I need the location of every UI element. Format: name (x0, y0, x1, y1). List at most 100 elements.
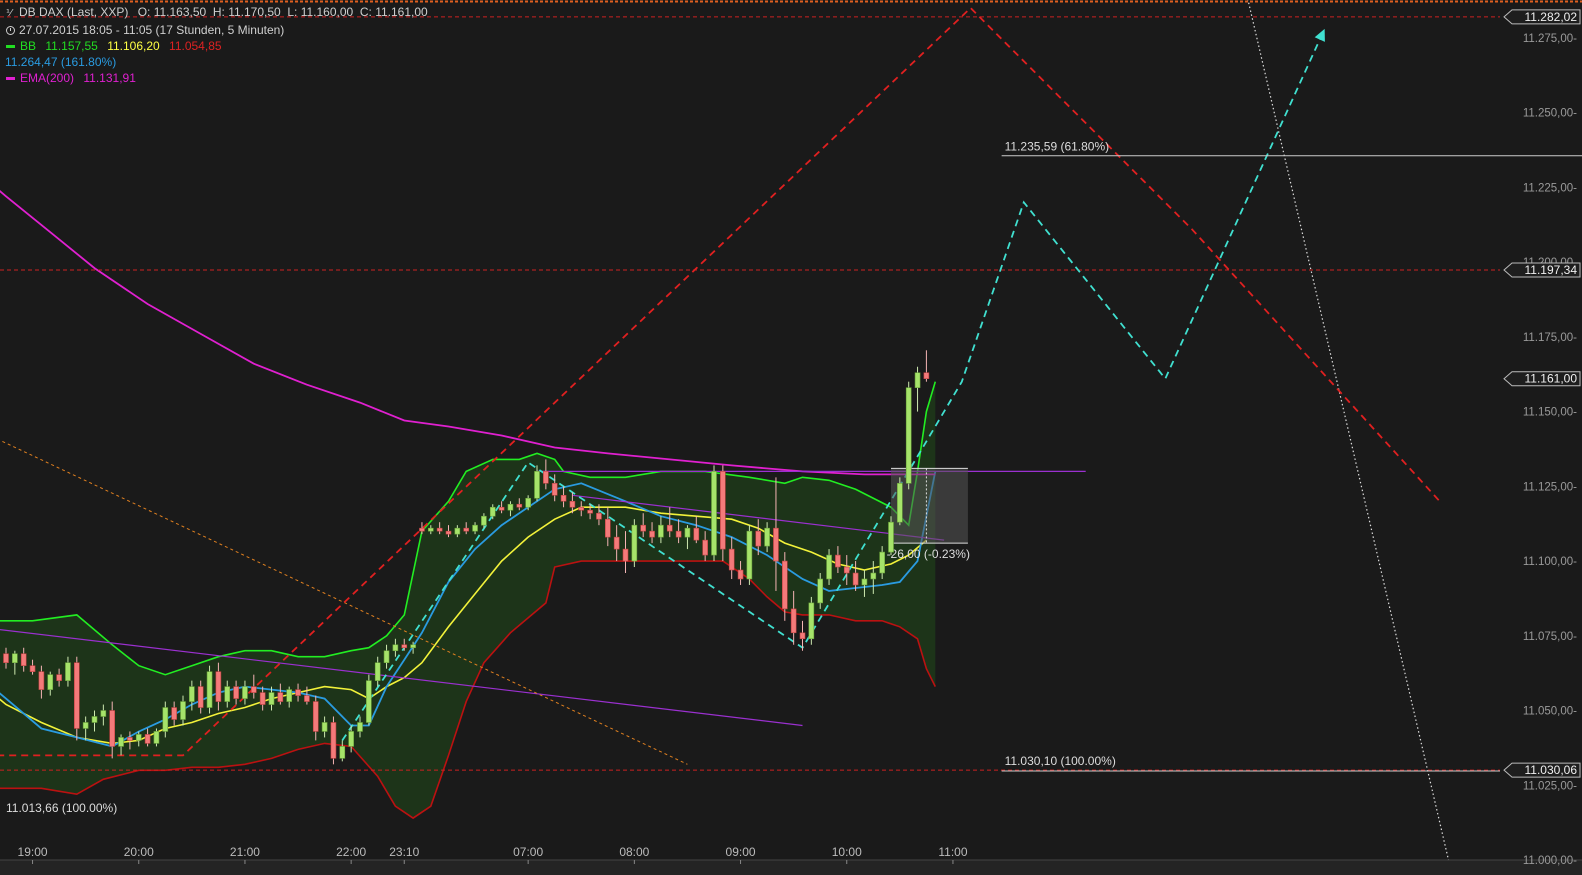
candle-body (144, 734, 151, 744)
candle-body (746, 530, 753, 580)
candle-body (737, 569, 744, 580)
candle-body (321, 722, 328, 732)
candle-body (843, 566, 850, 574)
candle-body (206, 671, 213, 708)
x-tick-label: 08:00 (619, 845, 649, 859)
price-tag-label: 11.161,00 (1525, 372, 1578, 386)
candle-body (454, 527, 461, 535)
candle-body (436, 527, 443, 532)
candle-body (516, 503, 523, 508)
chart-type-icon[interactable]: ⅟ (6, 6, 16, 22)
x-tick-label: 23:10 (389, 845, 419, 859)
candle-body (560, 494, 567, 502)
candle-body (728, 548, 735, 571)
ema-label: EMA(200) (20, 71, 75, 85)
candle-body (383, 650, 390, 663)
candle-body (808, 602, 815, 640)
candle-body (781, 560, 788, 610)
candle-body (897, 483, 903, 523)
candle-body (29, 665, 36, 672)
candle-body (295, 689, 301, 696)
x-tick-label: 10:00 (832, 845, 862, 859)
candle-body (905, 387, 912, 484)
bb-middle-value: 11.106,20 (107, 39, 160, 53)
candle-body (525, 497, 531, 508)
candle-body (3, 653, 9, 663)
candle-body (242, 686, 248, 699)
candle-body (91, 716, 98, 723)
ema-value: 11.131,91 (83, 71, 136, 85)
candle-body (640, 524, 647, 532)
fib-label: 11.030,10 (100.00%) (1005, 754, 1116, 768)
candle-body (189, 686, 195, 702)
candle-body (870, 572, 877, 580)
candle-body (764, 527, 770, 547)
legend-ema[interactable]: EMA(200) 11.131,91 (6, 70, 428, 86)
price-tag-label: 11.282,02 (1525, 10, 1578, 24)
candle-body (401, 644, 408, 649)
candle-body (427, 527, 434, 532)
x-tick-label: 21:00 (230, 845, 260, 859)
fib-label: 11.235,59 (61.80%) (1005, 140, 1110, 154)
candle-body (38, 671, 45, 690)
candle-body (649, 530, 655, 538)
candle-body (914, 372, 921, 388)
candle-body (366, 680, 372, 723)
ohlc-values: O: 11.163,50 H: 11.170,50 L: 11.160,00 C… (137, 5, 428, 19)
white-dotted-line (1247, 0, 1450, 861)
candle-body (118, 737, 124, 747)
y-tick-label: 11.125,00- (1523, 481, 1577, 493)
candle-body (578, 506, 585, 511)
candle-body (348, 731, 354, 747)
candle-body (879, 551, 885, 574)
candle-body (56, 674, 62, 681)
candle-body (852, 572, 859, 586)
bb-fill (0, 381, 936, 819)
candle-body (153, 731, 160, 744)
y-tick-label: 11.050,00- (1523, 706, 1577, 718)
candle-body (507, 503, 514, 511)
clock-icon (6, 26, 15, 35)
y-tick-label: 11.175,00- (1523, 332, 1577, 344)
bb-lower-value: 11.054,85 (169, 39, 222, 53)
candle-body (551, 483, 558, 496)
y-tick-label: 11.250,00- (1523, 108, 1577, 120)
candle-body (135, 734, 142, 741)
fib-extension-value: 11.264,47 (161.80%) (5, 55, 117, 69)
candle-body (419, 527, 425, 532)
legend-fib[interactable]: 11.264,47 (161.80%) (5, 54, 428, 70)
candle-body (304, 695, 310, 702)
candle-body (658, 524, 664, 538)
candle-body (312, 701, 319, 732)
ema200-line (0, 190, 936, 476)
bollinger-bands (0, 381, 937, 820)
candle-body (923, 372, 930, 379)
y-tick-label: 11.150,00- (1523, 407, 1577, 419)
instrument-name: DB DAX (Last, XXP) (19, 5, 129, 19)
candle-body (20, 653, 27, 666)
red-projection-path (0, 6, 1441, 757)
candle-body (799, 632, 806, 640)
candle-body (330, 722, 337, 759)
candle-body (773, 527, 779, 562)
y-tick-label: 11.275,00- (1523, 33, 1577, 45)
price-tag-label: 11.030,06 (1525, 763, 1578, 777)
candle-body (82, 722, 89, 729)
price-chart[interactable]: 11.235,59 (61.80%) 11.030,10 (100.00%) 11.… (0, 0, 1582, 875)
candle-body (127, 737, 133, 741)
fib-label: 11.013,66 (100.00%) (6, 801, 117, 815)
candle-body (224, 686, 231, 702)
candle-body (543, 471, 549, 484)
x-tick-label: 20:00 (124, 845, 154, 859)
candle-body (489, 506, 496, 517)
candle-body (445, 530, 452, 535)
price-tags: 11.282,02 11.197,34 11.161,00 11.030,06 (1503, 9, 1581, 778)
candle-body (392, 644, 399, 652)
candle-body (233, 686, 239, 699)
candle-body (197, 686, 204, 708)
legend-bb[interactable]: BB 11.157,55 11.106,20 11.054,85 (6, 38, 428, 54)
price-tag-label: 11.197,34 (1525, 263, 1578, 277)
candle-body (631, 524, 638, 562)
candle-body (720, 471, 726, 550)
candle-body (374, 662, 381, 681)
